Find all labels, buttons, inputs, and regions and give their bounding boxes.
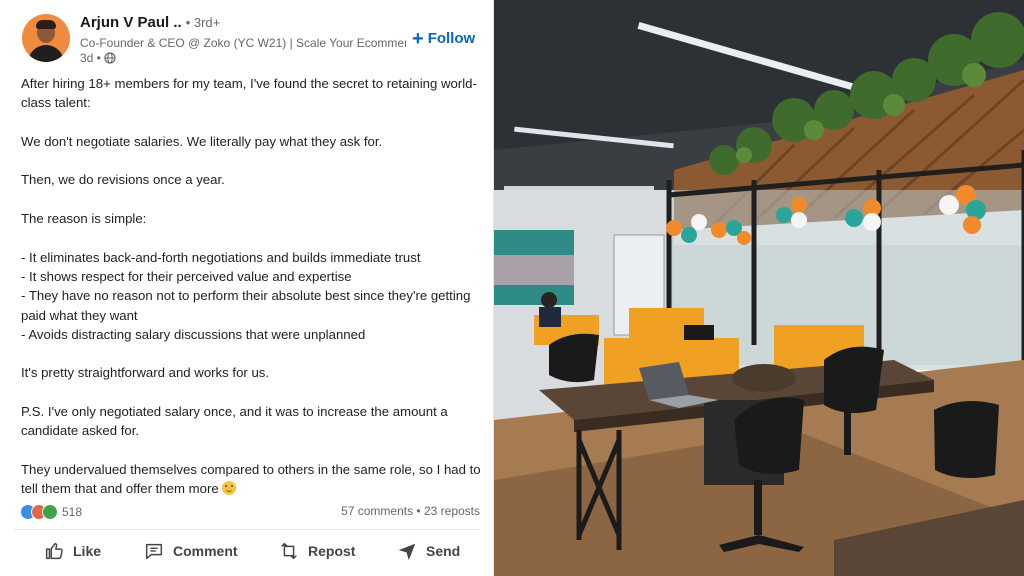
post-text: - Avoids distracting salary discussions … — [21, 326, 366, 342]
like-label: Like — [73, 543, 102, 559]
avatar-body — [28, 45, 64, 62]
post-text: - It shows respect for their perceived v… — [21, 268, 352, 284]
avatar-hair — [36, 20, 56, 29]
post-text: It's pretty straightforward and works fo… — [21, 365, 270, 381]
post-paragraph: - Avoids distracting salary discussions … — [21, 325, 481, 344]
comment-icon — [145, 543, 163, 560]
smile-emoji-icon — [222, 481, 237, 496]
post-time: 3d • — [80, 51, 101, 65]
post-paragraph: - It eliminates back-and-forth negotiati… — [21, 248, 481, 267]
support-reaction-icon — [42, 504, 58, 520]
plus-icon: + — [412, 27, 424, 50]
post-paragraph: - They have no reason not to perform the… — [21, 286, 481, 325]
comment-button[interactable]: Comment — [143, 540, 238, 562]
follow-button[interactable]: + Follow — [412, 27, 476, 50]
post-paragraph: After hiring 18+ members for my team, I'… — [21, 74, 481, 113]
post-text: The reason is simple: — [21, 211, 147, 227]
office-photo — [494, 0, 1024, 576]
comments-reposts-count[interactable]: 57 comments • 23 reposts — [341, 504, 480, 518]
post-text: After hiring 18+ members for my team, I'… — [21, 76, 477, 111]
post-actions: Like Comment Repost Send — [0, 540, 494, 572]
post-text: - They have no reason not to perform the… — [21, 288, 471, 323]
author-avatar[interactable] — [22, 14, 70, 62]
post-text: - It eliminates back-and-forth negotiati… — [21, 249, 421, 265]
post-paragraph: - It shows respect for their perceived v… — [21, 267, 481, 286]
actions-divider — [14, 529, 480, 530]
repost-label: Repost — [308, 543, 356, 559]
comment-label: Comment — [173, 543, 238, 559]
post-paragraph: We don't negotiate salaries. We literall… — [21, 132, 481, 151]
connection-degree: • 3rd+ — [185, 15, 221, 30]
like-button[interactable]: Like — [43, 540, 101, 562]
repost-button[interactable]: Repost — [278, 540, 355, 562]
send-label: Send — [426, 543, 461, 559]
author-name-line: Arjun V Paul .. • 3rd+ — [80, 14, 220, 31]
office-photo-illustration — [494, 0, 1024, 576]
post-text: We don't negotiate salaries. We literall… — [21, 133, 383, 149]
post-text: They undervalued themselves compared to … — [21, 461, 481, 497]
post-meta: 3d • — [80, 51, 116, 65]
send-button[interactable]: Send — [396, 540, 460, 562]
linkedin-post-card: Arjun V Paul .. • 3rd+ Co-Founder & CEO @… — [0, 0, 494, 576]
author-headline: Co-Founder & CEO @ Zoko (YC W21) | Scale… — [80, 36, 406, 50]
send-icon — [398, 543, 416, 561]
author-name[interactable]: Arjun V Paul .. — [80, 14, 182, 31]
globe-icon — [104, 52, 116, 64]
post-paragraph: They undervalued themselves compared to … — [21, 460, 481, 499]
post-text: P.S. I've only negotiated salary once, a… — [21, 404, 448, 439]
post-body: After hiring 18+ members for my team, I'… — [21, 74, 481, 499]
repost-icon — [281, 542, 297, 560]
post-paragraph: It's pretty straightforward and works fo… — [21, 363, 481, 382]
post-paragraph: Then, we do revisions once a year. — [21, 170, 481, 189]
post-paragraph: P.S. I've only negotiated salary once, a… — [21, 402, 481, 441]
follow-label: Follow — [427, 30, 476, 47]
social-counts: 518 57 comments • 23 reposts — [20, 504, 480, 522]
reaction-count: 518 — [62, 505, 83, 519]
post-text: Then, we do revisions once a year. — [21, 172, 225, 188]
post-paragraph: The reason is simple: — [21, 209, 481, 228]
reactions[interactable]: 518 — [20, 504, 82, 520]
like-icon — [45, 542, 63, 560]
